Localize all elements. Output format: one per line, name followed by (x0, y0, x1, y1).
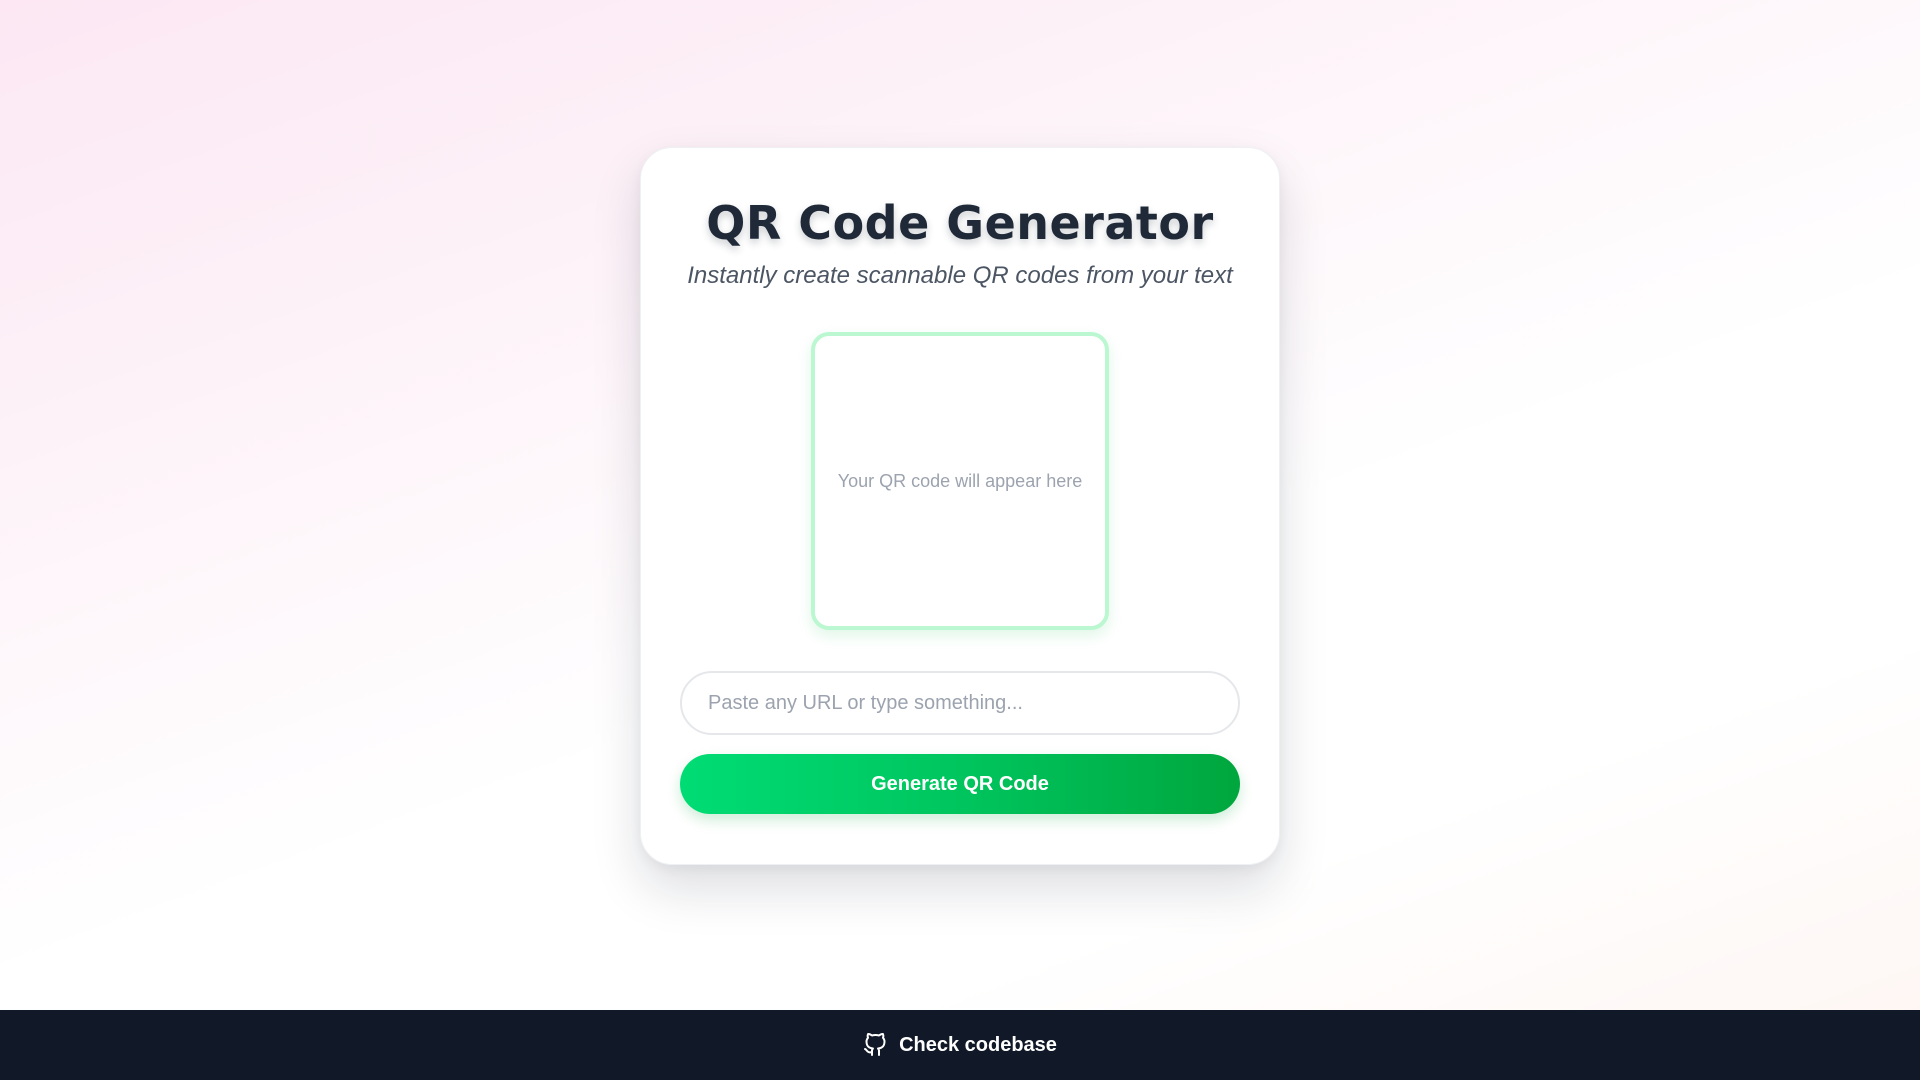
page-subtitle: Instantly create scannable QR codes from… (687, 262, 1233, 289)
page-background: QR Code Generator Instantly create scann… (0, 0, 1920, 1010)
text-input[interactable] (680, 671, 1240, 735)
check-codebase-label: Check codebase (899, 1033, 1057, 1056)
qr-placeholder-text: Your QR code will appear here (837, 470, 1083, 491)
page-title: QR Code Generator (706, 196, 1214, 250)
check-codebase-link[interactable]: Check codebase (863, 1033, 1057, 1057)
generate-qr-button[interactable]: Generate QR Code (680, 754, 1240, 814)
footer-bar: Check codebase (0, 1010, 1920, 1080)
qr-preview-box: Your QR code will appear here (811, 332, 1109, 630)
github-icon (863, 1033, 887, 1057)
